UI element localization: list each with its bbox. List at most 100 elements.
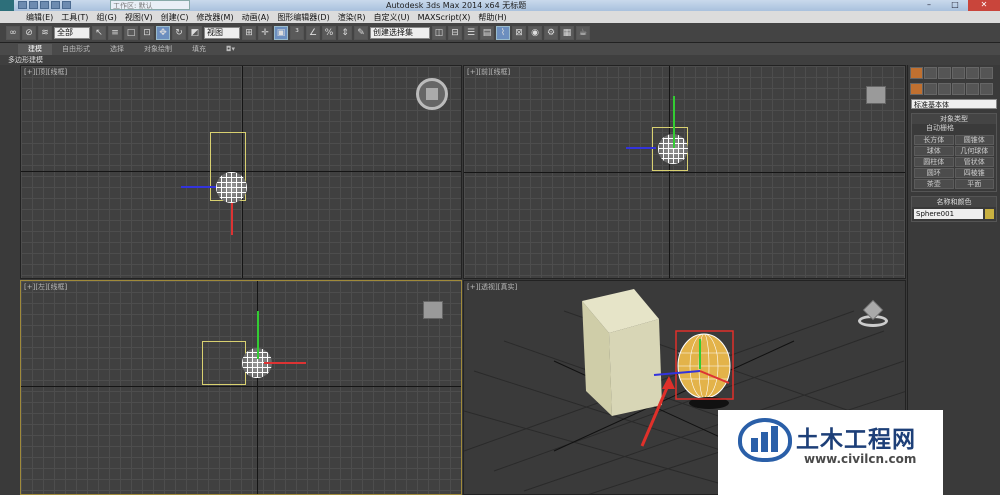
new-file-icon[interactable] [18, 1, 27, 9]
select-rotate-icon[interactable]: ↻ [172, 25, 186, 40]
undo-icon[interactable] [51, 1, 60, 9]
object-name-field[interactable]: Sphere001 [914, 209, 983, 219]
menu-modifiers[interactable]: 修改器(M) [196, 12, 233, 23]
lights-icon[interactable] [938, 83, 951, 95]
menu-group[interactable]: 组(G) [96, 12, 116, 23]
gizmo-y-axis[interactable] [673, 96, 675, 148]
display-tab-icon[interactable] [966, 67, 979, 79]
selection-filter-dropdown[interactable]: 全部 [54, 26, 90, 39]
spinner-snap-icon[interactable]: ⇕ [338, 25, 352, 40]
utilities-tab-icon[interactable] [980, 67, 993, 79]
keyboard-shortcut-override-icon[interactable]: ▣ [274, 25, 288, 40]
shapes-icon[interactable] [924, 83, 937, 95]
select-move-icon[interactable]: ✥ [156, 25, 170, 40]
tab-modeling[interactable]: 建模 [18, 44, 52, 55]
layer-manager-icon[interactable]: ☰ [464, 25, 478, 40]
primitive-pyramid-button[interactable]: 四棱锥 [954, 168, 994, 178]
geometry-icon[interactable] [910, 83, 923, 95]
rendered-frame-window-icon[interactable]: ▦ [560, 25, 574, 40]
box-object[interactable] [202, 341, 246, 385]
viewport-label[interactable]: [+][透视][真实] [467, 282, 517, 292]
schematic-view-icon[interactable]: ⊠ [512, 25, 526, 40]
viewcube-top[interactable] [416, 78, 448, 110]
select-scale-icon[interactable]: ◩ [188, 25, 202, 40]
primitive-box-button[interactable]: 长方体 [914, 135, 954, 145]
select-by-name-icon[interactable]: ≡ [108, 25, 122, 40]
menu-tools[interactable]: 工具(T) [61, 12, 88, 23]
menu-views[interactable]: 视图(V) [125, 12, 153, 23]
primitive-torus-button[interactable]: 圆环 [914, 168, 954, 178]
primitive-tube-button[interactable]: 管状体 [954, 157, 994, 167]
cameras-icon[interactable] [952, 83, 965, 95]
edit-named-selection-icon[interactable]: ✎ [354, 25, 368, 40]
viewcube-front[interactable] [866, 86, 886, 104]
viewport-label[interactable]: [+][左][线框] [24, 282, 67, 292]
create-tab-icon[interactable] [910, 67, 923, 79]
rectangle-selection-icon[interactable]: □ [124, 25, 138, 40]
unlink-icon[interactable]: ⊘ [22, 25, 36, 40]
menu-rendering[interactable]: 渲染(R) [338, 12, 366, 23]
close-button[interactable]: ✕ [968, 0, 1000, 11]
tab-freeform[interactable]: 自由形式 [52, 44, 100, 55]
category-dropdown[interactable]: 标准基本体 [911, 99, 997, 109]
gizmo-y-axis[interactable] [257, 311, 259, 359]
ribbon-options-icon[interactable]: ◘▾ [216, 44, 245, 55]
menu-graph-editors[interactable]: 图形编辑器(D) [277, 12, 329, 23]
bind-space-warp-icon[interactable]: ≋ [38, 25, 52, 40]
primitive-plane-button[interactable]: 平面 [954, 179, 994, 189]
tab-selection[interactable]: 选择 [100, 44, 134, 55]
primitive-sphere-button[interactable]: 球体 [914, 146, 954, 156]
space-warps-icon[interactable] [980, 83, 993, 95]
gizmo-z-axis[interactable] [626, 147, 656, 149]
align-icon[interactable]: ⊟ [448, 25, 462, 40]
menu-maxscript[interactable]: MAXScript(X) [418, 13, 471, 22]
name-color-header[interactable]: 名称和颜色 [912, 197, 996, 207]
primitive-cone-button[interactable]: 圆锥体 [954, 135, 994, 145]
viewcube-perspective[interactable] [856, 299, 890, 329]
percent-snap-icon[interactable]: % [322, 25, 336, 40]
menu-customize[interactable]: 自定义(U) [374, 12, 410, 23]
render-production-icon[interactable]: ☕ [576, 25, 590, 40]
primitive-cylinder-button[interactable]: 圆柱体 [914, 157, 954, 167]
window-crossing-icon[interactable]: ⊡ [140, 25, 154, 40]
motion-tab-icon[interactable] [952, 67, 965, 79]
curve-editor-icon[interactable]: ⌇ [496, 25, 510, 40]
app-icon[interactable] [0, 0, 14, 11]
ribbon-sub-label[interactable]: 多边形建模 [0, 55, 1000, 65]
select-object-icon[interactable]: ↖ [92, 25, 106, 40]
menu-create[interactable]: 创建(C) [161, 12, 189, 23]
helpers-icon[interactable] [966, 83, 979, 95]
redo-icon[interactable] [62, 1, 71, 9]
gizmo-x-axis[interactable] [231, 203, 233, 235]
material-editor-icon[interactable]: ◉ [528, 25, 542, 40]
autogrid-checkbox[interactable]: 自动栅格 [912, 124, 996, 133]
menu-help[interactable]: 帮助(H) [478, 12, 506, 23]
maximize-button[interactable]: □ [942, 0, 968, 11]
viewcube-left[interactable] [423, 301, 443, 319]
sphere-object[interactable] [216, 172, 247, 203]
primitive-teapot-button[interactable]: 茶壶 [914, 179, 954, 189]
primitive-geosphere-button[interactable]: 几何球体 [954, 146, 994, 156]
object-color-swatch[interactable] [985, 209, 994, 219]
gizmo-x-axis[interactable] [264, 362, 306, 364]
menu-edit[interactable]: 编辑(E) [26, 12, 53, 23]
menu-animation[interactable]: 动画(A) [242, 12, 270, 23]
viewport-label[interactable]: [+][顶][线框] [24, 67, 67, 77]
tab-populate[interactable]: 填充 [182, 44, 216, 55]
pivot-center-icon[interactable]: ⊞ [242, 25, 256, 40]
snaps-toggle-icon[interactable]: ³ [290, 25, 304, 40]
hierarchy-tab-icon[interactable] [938, 67, 951, 79]
link-icon[interactable]: ∞ [6, 25, 20, 40]
render-setup-icon[interactable]: ⚙ [544, 25, 558, 40]
modify-tab-icon[interactable] [924, 67, 937, 79]
object-type-header[interactable]: 对象类型 [912, 114, 996, 124]
ribbon-toggle-icon[interactable]: ▤ [480, 25, 494, 40]
tab-object-paint[interactable]: 对象绘制 [134, 44, 182, 55]
viewport-label[interactable]: [+][前][线框] [467, 67, 510, 77]
named-selection-dropdown[interactable]: 创建选择集 [370, 26, 430, 39]
gizmo-z-axis[interactable] [181, 186, 216, 188]
mirror-icon[interactable]: ◫ [432, 25, 446, 40]
select-manipulate-icon[interactable]: ✛ [258, 25, 272, 40]
angle-snap-icon[interactable]: ∠ [306, 25, 320, 40]
viewport-front[interactable]: [+][前][线框] [463, 65, 906, 279]
